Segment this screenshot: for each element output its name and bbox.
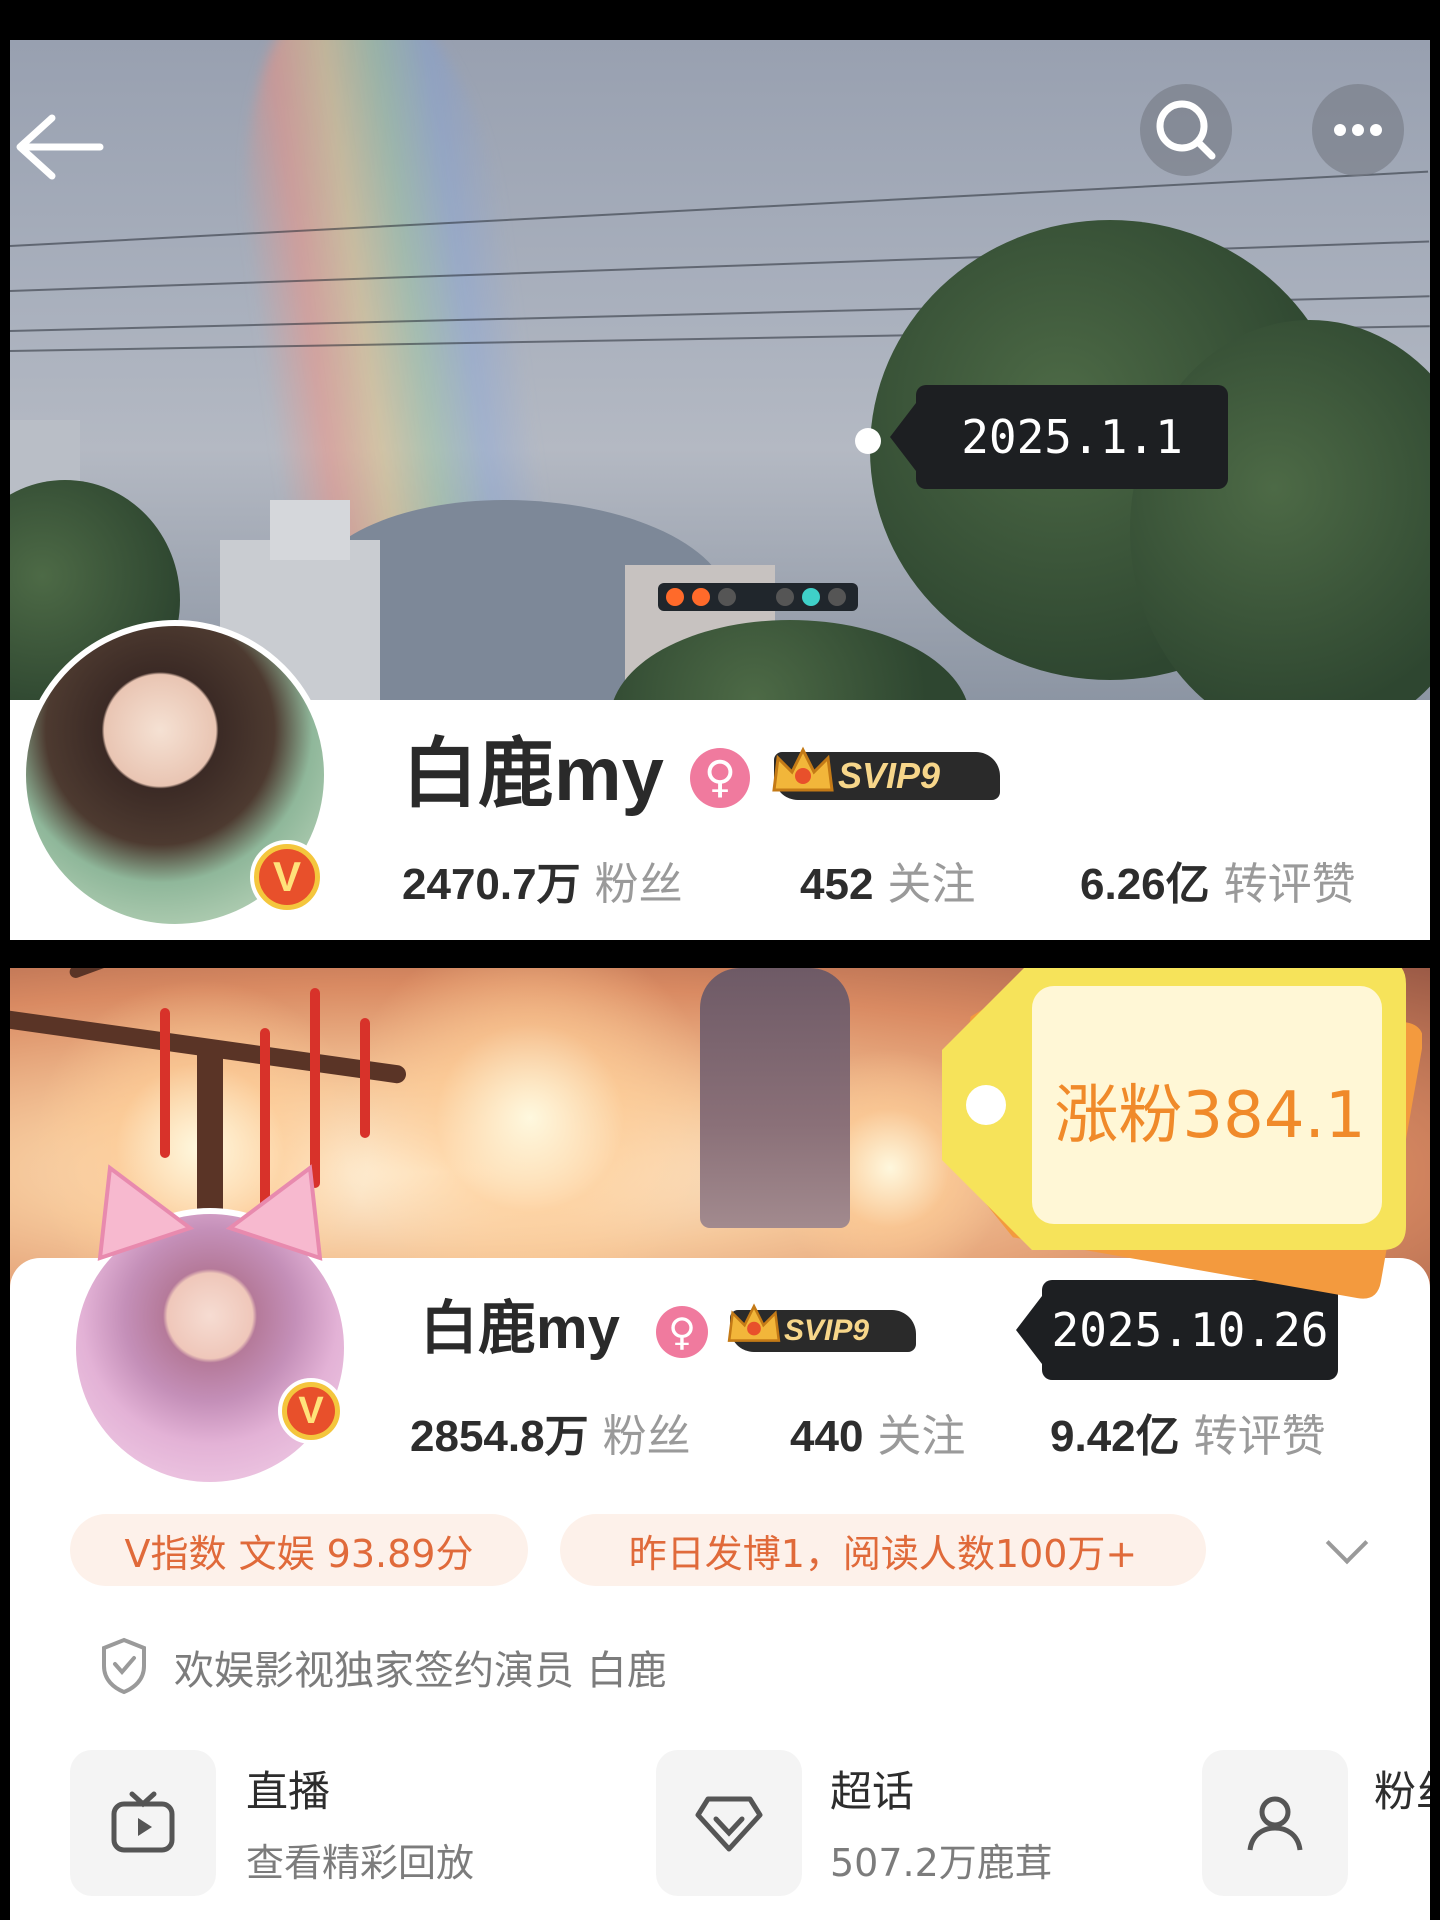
chevron-down-icon[interactable] (1325, 1521, 1369, 1565)
search-icon (1156, 100, 1216, 160)
fan-growth-text: 涨粉384.1 (1054, 1079, 1366, 1153)
diamond-icon (695, 1796, 763, 1852)
fans-entry-tile[interactable] (1202, 1750, 1348, 1896)
username: 白鹿my (402, 732, 664, 817)
crown-icon (727, 1303, 781, 1342)
likes-value: 6.26亿 (1080, 860, 1210, 909)
fans-value: 2470.7万 (402, 860, 581, 909)
super-topic-entry-tile[interactable] (656, 1750, 802, 1896)
live-entry-title[interactable]: 直播 (246, 1758, 330, 1819)
likes-label: 转评赞 (1193, 1412, 1326, 1461)
more-icon (1334, 124, 1382, 136)
live-entry-tile[interactable] (70, 1750, 216, 1896)
following-value: 440 (790, 1412, 864, 1461)
cover-photo-rainbow: 2025.1.1 (10, 40, 1430, 700)
verified-badge: V (278, 1378, 344, 1444)
fans-count[interactable]: 2470.7万 粉丝 (402, 848, 683, 912)
yesterday-posts-pill[interactable]: 昨日发博1，阅读人数100万+ (560, 1514, 1206, 1586)
cat-ears-icon (97, 1164, 323, 1261)
username: 白鹿my (420, 1296, 620, 1361)
fans-count[interactable]: 2854.8万 粉丝 (410, 1400, 691, 1464)
female-gender-icon: ♀ (656, 1306, 708, 1358)
super-topic-entry-title[interactable]: 超话 (830, 1758, 914, 1819)
verified-v-icon: V (259, 849, 315, 905)
firework (340, 968, 720, 1308)
following-label: 关注 (887, 860, 976, 909)
search-button[interactable] (1140, 84, 1232, 176)
red-ribbon (360, 1018, 370, 1138)
fans-entry-title[interactable]: 粉丝 (1374, 1758, 1430, 1819)
red-ribbon (160, 1008, 170, 1158)
svip-badge-text: SVIP9 (784, 1314, 870, 1347)
fans-label: 粉丝 (602, 1412, 691, 1461)
likes-count[interactable]: 9.42亿 转评赞 (1050, 1400, 1326, 1464)
date-marker-dot (855, 428, 881, 454)
traffic-light (658, 583, 858, 611)
date-tag-text: 2025.1.1 (961, 410, 1183, 464)
following-count[interactable]: 452 关注 (800, 848, 975, 912)
profile-screenshot-2025-01: 2025.1.1 V 白鹿my ♀ SVIP9 2470.7万 粉丝 452 关注 … (10, 40, 1430, 940)
live-entry-subtitle: 查看精彩回放 (246, 1841, 475, 1885)
verified-v-icon: V (287, 1387, 335, 1435)
rainbow (212, 40, 548, 556)
more-button[interactable] (1312, 84, 1404, 176)
date-tag-text: 2025.10.26 (1051, 1303, 1329, 1357)
v-index-pill[interactable]: V指数 文娱 93.89分 (70, 1514, 528, 1586)
building (270, 500, 350, 560)
date-tag: 2025.1.1 (890, 385, 1228, 489)
crown-icon (772, 746, 834, 792)
shield-check-icon (102, 1637, 146, 1695)
certification-text: 欢娱影视独家签约演员 白鹿 (174, 1648, 667, 1694)
power-line (10, 170, 1429, 247)
following-value: 452 (800, 860, 874, 909)
svip-badge[interactable]: SVIP9 (772, 746, 1000, 800)
fans-value: 2854.8万 (410, 1412, 589, 1461)
super-topic-entry-subtitle: 507.2万鹿茸 (830, 1841, 1053, 1885)
back-arrow-icon[interactable] (12, 112, 104, 182)
profile-card: V 白鹿my ♀ SVIP9 2025.10.26 2854.8万 粉丝 440 关… (10, 1164, 1430, 1918)
likes-count[interactable]: 6.26亿 转评赞 (1080, 848, 1356, 912)
svip-badge-text: SVIP9 (838, 755, 941, 796)
fans-label: 粉丝 (594, 860, 683, 909)
following-label: 关注 (877, 1412, 966, 1461)
profile-screenshot-2025-10: V 白鹿my ♀ SVIP9 2025.10.26 2854.8万 粉丝 440 关… (10, 968, 1430, 1920)
verified-badge: V (250, 840, 324, 914)
following-count[interactable]: 440 关注 (790, 1400, 965, 1464)
female-gender-icon: ♀ (690, 748, 750, 808)
likes-value: 9.42亿 (1050, 1412, 1180, 1461)
tv-play-icon (111, 1791, 175, 1853)
costume-figure (700, 968, 850, 1228)
likes-label: 转评赞 (1223, 860, 1356, 909)
fans-icon (1247, 1796, 1303, 1851)
svip-badge[interactable]: SVIP9 (727, 1303, 916, 1352)
